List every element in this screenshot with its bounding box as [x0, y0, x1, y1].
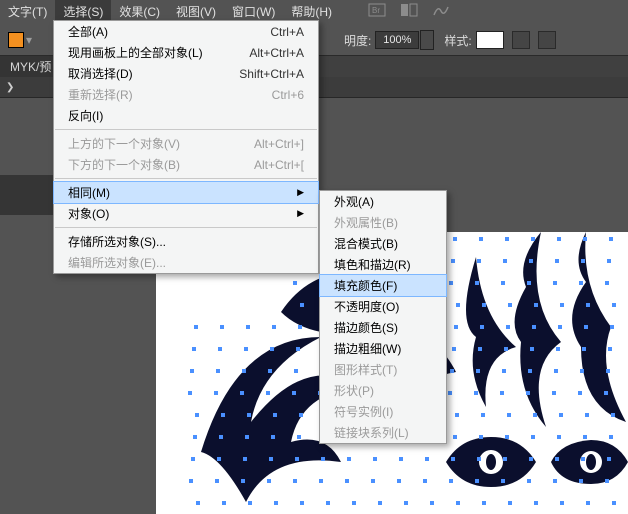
select-menu-item[interactable]: 相同(M) [54, 182, 318, 203]
menu-item-label: 下方的下一个对象(B) [68, 156, 218, 173]
same-submenu-item: 形状(P) [320, 380, 446, 401]
style-extra-2[interactable] [538, 31, 556, 49]
gpu-perf-icon[interactable] [432, 3, 450, 17]
same-submenu: 外观(A)外观属性(B)混合模式(B)填色和描边(R)填充颜色(F)不透明度(O… [319, 190, 447, 444]
select-menu-separator [55, 129, 317, 130]
menu-item-label: 对象(O) [68, 205, 218, 222]
style-label: 样式: [444, 32, 471, 49]
menu-item-shortcut: Alt+Ctrl+] [254, 137, 304, 151]
select-menu-item: 下方的下一个对象(B) Alt+Ctrl+[ [54, 154, 318, 175]
menu-item-shortcut: Ctrl+6 [272, 88, 304, 102]
menu-item-label: 不透明度(O) [334, 298, 484, 315]
menu-item-shortcut: Shift+Ctrl+A [239, 67, 304, 81]
select-menu-item[interactable]: 全部(A) Ctrl+A [54, 21, 318, 42]
menu-item-label: 取消选择(D) [68, 65, 218, 82]
menu-item-label: 符号实例(I) [334, 403, 484, 420]
select-menu-item[interactable]: 现用画板上的全部对象(L) Alt+Ctrl+A [54, 42, 318, 63]
same-submenu-item[interactable]: 不透明度(O) [320, 296, 446, 317]
same-submenu-item[interactable]: 填充颜色(F) [320, 275, 446, 296]
menu-item-label: 反向(I) [68, 107, 218, 124]
menu-item-label: 存储所选对象(S)... [68, 233, 218, 250]
menu-item-shortcut: Alt+Ctrl+[ [254, 158, 304, 172]
style-swatch[interactable] [476, 31, 504, 49]
menu-item-label: 图形样式(T) [334, 361, 484, 378]
select-menu-item: 编辑所选对象(E)... [54, 252, 318, 273]
menubar-icon-group: Br [368, 0, 450, 20]
menu-item-shortcut: Alt+Ctrl+A [249, 46, 304, 60]
select-menu-item[interactable]: 取消选择(D) Shift+Ctrl+A [54, 63, 318, 84]
menu-item-label: 重新选择(R) [68, 86, 218, 103]
menu-item-label: 编辑所选对象(E)... [68, 254, 218, 271]
same-submenu-item[interactable]: 填色和描边(R) [320, 254, 446, 275]
same-submenu-item[interactable]: 混合模式(B) [320, 233, 446, 254]
same-submenu-item[interactable]: 外观(A) [320, 191, 446, 212]
menu-help[interactable]: 帮助(H) [283, 0, 340, 20]
menu-item-label: 链接块系列(L) [334, 424, 484, 441]
select-menu-separator [55, 227, 317, 228]
select-menu-item[interactable]: 存储所选对象(S)... [54, 231, 318, 252]
menu-item-label: 描边颜色(S) [334, 319, 484, 336]
menu-item-label: 现用画板上的全部对象(L) [68, 44, 218, 61]
menu-item-label: 形状(P) [334, 382, 484, 399]
menu-item-label: 填充颜色(F) [334, 277, 484, 294]
select-menu-item[interactable]: 对象(O) [54, 203, 318, 224]
menu-window[interactable]: 窗口(W) [224, 0, 283, 20]
menu-item-label: 外观属性(B) [334, 214, 484, 231]
menu-view[interactable]: 视图(V) [168, 0, 224, 20]
same-submenu-item[interactable]: 描边颜色(S) [320, 317, 446, 338]
svg-text:Br: Br [372, 6, 380, 15]
opacity-value[interactable]: 100% [375, 31, 419, 49]
menu-item-label: 上方的下一个对象(V) [68, 135, 218, 152]
style-extra-1[interactable] [512, 31, 530, 49]
menu-item-label: 外观(A) [334, 193, 484, 210]
breadcrumb-arrow: ❯ [6, 82, 14, 93]
menu-item-label: 描边粗细(W) [334, 340, 484, 357]
arrange-docs-icon[interactable] [400, 3, 418, 17]
menu-item-label: 相同(M) [68, 184, 218, 201]
menu-select[interactable]: 选择(S) [55, 0, 111, 20]
opacity-field[interactable]: 明度: 100% [344, 30, 434, 50]
fill-swatch[interactable] [8, 32, 24, 48]
style-group: 样式: [444, 31, 555, 49]
menu-bar: 文字(T) 选择(S) 效果(C) 视图(V) 窗口(W) 帮助(H) Br [0, 0, 628, 20]
bridge-icon[interactable]: Br [368, 3, 386, 17]
menu-effect[interactable]: 效果(C) [111, 0, 168, 20]
same-submenu-item[interactable]: 描边粗细(W) [320, 338, 446, 359]
same-submenu-item: 图形样式(T) [320, 359, 446, 380]
menu-item-label: 填色和描边(R) [334, 256, 484, 273]
menu-item-shortcut: Ctrl+A [270, 25, 304, 39]
opacity-label: 明度: [344, 32, 371, 49]
same-submenu-item: 符号实例(I) [320, 401, 446, 422]
menu-text[interactable]: 文字(T) [0, 0, 55, 20]
select-menu-item: 上方的下一个对象(V) Alt+Ctrl+] [54, 133, 318, 154]
select-menu-separator [55, 178, 317, 179]
menu-item-label: 全部(A) [68, 23, 218, 40]
select-menu-item: 重新选择(R) Ctrl+6 [54, 84, 318, 105]
select-menu-item[interactable]: 反向(I) [54, 105, 318, 126]
menu-item-label: 混合模式(B) [334, 235, 484, 252]
same-submenu-item: 链接块系列(L) [320, 422, 446, 443]
opacity-stepper[interactable] [420, 30, 434, 50]
same-submenu-item: 外观属性(B) [320, 212, 446, 233]
select-menu-dropdown: 全部(A) Ctrl+A 现用画板上的全部对象(L) Alt+Ctrl+A 取消选择(D… [53, 20, 319, 274]
